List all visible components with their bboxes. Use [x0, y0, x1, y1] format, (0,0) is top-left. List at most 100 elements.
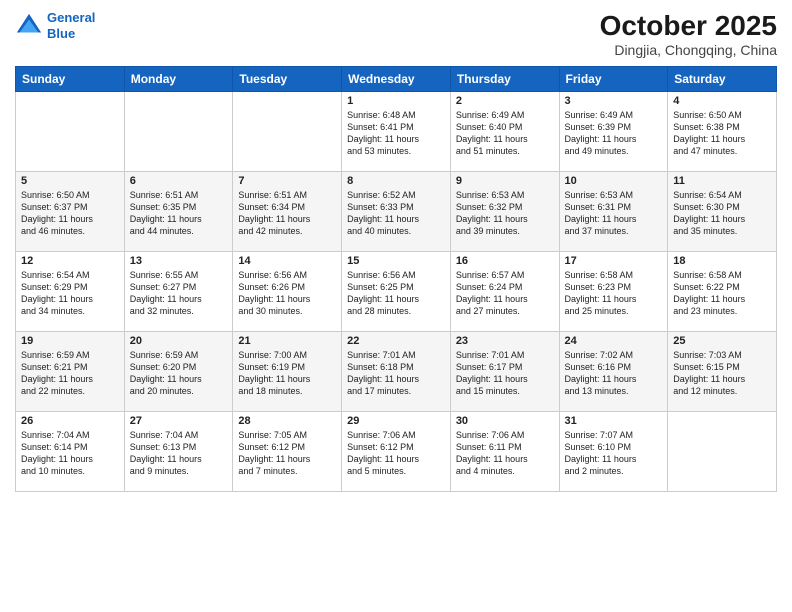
day-number: 27 [130, 415, 228, 427]
calendar-cell: 17Sunrise: 6:58 AMSunset: 6:23 PMDayligh… [559, 252, 668, 332]
cell-content: Sunrise: 7:02 AMSunset: 6:16 PMDaylight:… [565, 349, 663, 398]
day-number: 23 [456, 335, 554, 347]
calendar-cell: 5 Sunrise: 6:50 AMSunset: 6:37 PMDaylight… [16, 172, 125, 252]
logo-line1: General [47, 10, 95, 25]
day-number: 13 [130, 255, 228, 267]
calendar: SundayMondayTuesdayWednesdayThursdayFrid… [15, 66, 777, 492]
day-number: 11 [673, 175, 771, 187]
cell-content: Sunrise: 6:55 AMSunset: 6:27 PMDaylight:… [130, 269, 228, 318]
day-number: 15 [347, 255, 445, 267]
day-number: 5 [21, 175, 119, 187]
day-header-wednesday: Wednesday [342, 67, 451, 92]
day-number: 24 [565, 335, 663, 347]
day-number: 18 [673, 255, 771, 267]
day-number: 14 [238, 255, 336, 267]
cell-content: Sunrise: 6:59 AMSunset: 6:21 PMDaylight:… [21, 349, 119, 398]
day-number: 3 [565, 95, 663, 107]
day-number: 1 [347, 95, 445, 107]
cell-content: Sunrise: 7:06 AMSunset: 6:12 PMDaylight:… [347, 429, 445, 478]
day-number: 30 [456, 415, 554, 427]
day-number: 9 [456, 175, 554, 187]
day-number: 31 [565, 415, 663, 427]
cell-content: Sunrise: 6:52 AMSunset: 6:33 PMDaylight:… [347, 189, 445, 238]
cell-content: Sunrise: 7:05 AMSunset: 6:12 PMDaylight:… [238, 429, 336, 478]
calendar-cell: 18 Sunrise: 6:58 AMSunset: 6:22 PMDayligh… [668, 252, 777, 332]
calendar-cell: 15Sunrise: 6:56 AMSunset: 6:25 PMDayligh… [342, 252, 451, 332]
day-number: 2 [456, 95, 554, 107]
cell-content: Sunrise: 6:54 AMSunset: 6:30 PMDaylight:… [673, 189, 771, 238]
cell-content: Sunrise: 7:07 AMSunset: 6:10 PMDaylight:… [565, 429, 663, 478]
calendar-cell: 29 Sunrise: 7:06 AMSunset: 6:12 PMDayligh… [342, 412, 451, 492]
calendar-cell: 14 Sunrise: 6:56 AMSunset: 6:26 PMDayligh… [233, 252, 342, 332]
day-number: 26 [21, 415, 119, 427]
calendar-cell: 4 Sunrise: 6:50 AMSunset: 6:38 PMDaylight… [668, 92, 777, 172]
calendar-cell: 25 Sunrise: 7:03 AMSunset: 6:15 PMDayligh… [668, 332, 777, 412]
calendar-cell: 6Sunrise: 6:51 AMSunset: 6:35 PMDaylight… [124, 172, 233, 252]
day-number: 29 [347, 415, 445, 427]
calendar-cell: 26 Sunrise: 7:04 AMSunset: 6:14 PMDayligh… [16, 412, 125, 492]
day-header-row: SundayMondayTuesdayWednesdayThursdayFrid… [16, 67, 777, 92]
cell-content: Sunrise: 7:04 AMSunset: 6:14 PMDaylight:… [21, 429, 119, 478]
calendar-cell: 10Sunrise: 6:53 AMSunset: 6:31 PMDayligh… [559, 172, 668, 252]
calendar-cell: 19Sunrise: 6:59 AMSunset: 6:21 PMDayligh… [16, 332, 125, 412]
day-header-tuesday: Tuesday [233, 67, 342, 92]
day-header-monday: Monday [124, 67, 233, 92]
calendar-cell: 1 Sunrise: 6:48 AMSunset: 6:41 PMDaylight… [342, 92, 451, 172]
day-number: 16 [456, 255, 554, 267]
calendar-cell [16, 92, 125, 172]
calendar-cell: 20 Sunrise: 6:59 AMSunset: 6:20 PMDayligh… [124, 332, 233, 412]
day-number: 25 [673, 335, 771, 347]
cell-content: Sunrise: 6:53 AMSunset: 6:31 PMDaylight:… [565, 189, 663, 238]
calendar-cell: 2 Sunrise: 6:49 AMSunset: 6:40 PMDaylight… [450, 92, 559, 172]
calendar-cell: 24 Sunrise: 7:02 AMSunset: 6:16 PMDayligh… [559, 332, 668, 412]
header: General Blue October 2025 Dingjia, Chong… [15, 10, 777, 58]
day-number: 12 [21, 255, 119, 267]
calendar-cell: 23Sunrise: 7:01 AMSunset: 6:17 PMDayligh… [450, 332, 559, 412]
week-row-1: 5 Sunrise: 6:50 AMSunset: 6:37 PMDaylight… [16, 172, 777, 252]
calendar-cell: 27 Sunrise: 7:04 AMSunset: 6:13 PMDayligh… [124, 412, 233, 492]
day-number: 8 [347, 175, 445, 187]
calendar-cell: 31 Sunrise: 7:07 AMSunset: 6:10 PMDayligh… [559, 412, 668, 492]
cell-content: Sunrise: 6:56 AMSunset: 6:26 PMDaylight:… [238, 269, 336, 318]
logo: General Blue [15, 10, 95, 41]
calendar-cell: 9Sunrise: 6:53 AMSunset: 6:32 PMDaylight… [450, 172, 559, 252]
day-number: 17 [565, 255, 663, 267]
calendar-cell: 7Sunrise: 6:51 AMSunset: 6:34 PMDaylight… [233, 172, 342, 252]
cell-content: Sunrise: 7:01 AMSunset: 6:18 PMDaylight:… [347, 349, 445, 398]
day-header-saturday: Saturday [668, 67, 777, 92]
day-header-friday: Friday [559, 67, 668, 92]
week-row-3: 19Sunrise: 6:59 AMSunset: 6:21 PMDayligh… [16, 332, 777, 412]
day-number: 6 [130, 175, 228, 187]
calendar-cell: 13 Sunrise: 6:55 AMSunset: 6:27 PMDayligh… [124, 252, 233, 332]
calendar-cell: 11 Sunrise: 6:54 AMSunset: 6:30 PMDayligh… [668, 172, 777, 252]
cell-content: Sunrise: 6:57 AMSunset: 6:24 PMDaylight:… [456, 269, 554, 318]
cell-content: Sunrise: 6:50 AMSunset: 6:37 PMDaylight:… [21, 189, 119, 238]
day-number: 22 [347, 335, 445, 347]
logo-text: General Blue [47, 10, 95, 41]
calendar-cell [233, 92, 342, 172]
cell-content: Sunrise: 6:59 AMSunset: 6:20 PMDaylight:… [130, 349, 228, 398]
calendar-cell: 22 Sunrise: 7:01 AMSunset: 6:18 PMDayligh… [342, 332, 451, 412]
title-block: October 2025 Dingjia, Chongqing, China [600, 10, 777, 58]
cell-content: Sunrise: 6:49 AMSunset: 6:40 PMDaylight:… [456, 109, 554, 158]
day-header-sunday: Sunday [16, 67, 125, 92]
week-row-4: 26 Sunrise: 7:04 AMSunset: 6:14 PMDayligh… [16, 412, 777, 492]
cell-content: Sunrise: 7:03 AMSunset: 6:15 PMDaylight:… [673, 349, 771, 398]
cell-content: Sunrise: 7:00 AMSunset: 6:19 PMDaylight:… [238, 349, 336, 398]
day-number: 20 [130, 335, 228, 347]
calendar-cell: 8 Sunrise: 6:52 AMSunset: 6:33 PMDaylight… [342, 172, 451, 252]
cell-content: Sunrise: 6:50 AMSunset: 6:38 PMDaylight:… [673, 109, 771, 158]
cell-content: Sunrise: 6:48 AMSunset: 6:41 PMDaylight:… [347, 109, 445, 158]
main-title: October 2025 [600, 10, 777, 42]
calendar-cell: 12 Sunrise: 6:54 AMSunset: 6:29 PMDayligh… [16, 252, 125, 332]
cell-content: Sunrise: 6:58 AMSunset: 6:22 PMDaylight:… [673, 269, 771, 318]
day-number: 28 [238, 415, 336, 427]
day-header-thursday: Thursday [450, 67, 559, 92]
page: General Blue October 2025 Dingjia, Chong… [0, 0, 792, 612]
day-number: 21 [238, 335, 336, 347]
calendar-cell: 28 Sunrise: 7:05 AMSunset: 6:12 PMDayligh… [233, 412, 342, 492]
cell-content: Sunrise: 7:04 AMSunset: 6:13 PMDaylight:… [130, 429, 228, 478]
day-number: 4 [673, 95, 771, 107]
cell-content: Sunrise: 6:54 AMSunset: 6:29 PMDaylight:… [21, 269, 119, 318]
logo-line2: Blue [47, 26, 75, 41]
